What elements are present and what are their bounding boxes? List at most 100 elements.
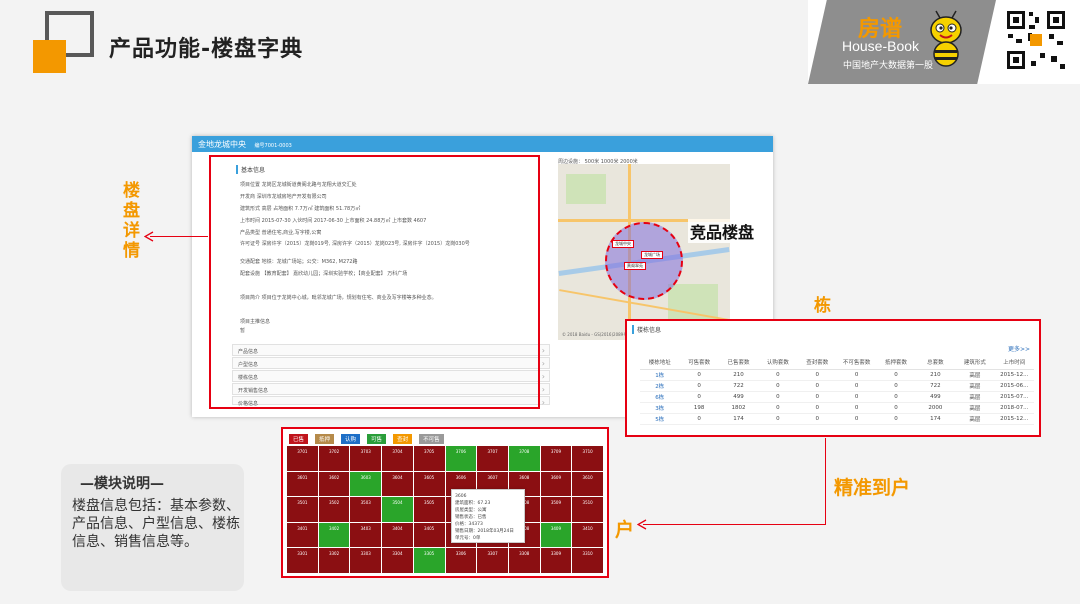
table-cell: 0 xyxy=(876,369,916,381)
building-panel-title: 楼栋信息 xyxy=(632,325,661,334)
project-title: 金地龙城中央 xyxy=(198,140,246,149)
precise-callout: 精准到户 xyxy=(834,477,911,499)
household-callout: 户 xyxy=(615,519,635,541)
table-row[interactable]: 5栋 0 174 0 0 0 0 174 高层 2015-12... xyxy=(640,413,1034,425)
table-cell: 0 xyxy=(679,369,719,381)
table-cell: 高层 xyxy=(955,413,995,425)
building-callout: 栋 xyxy=(814,296,831,316)
screen-header-bar: 金地龙城中央 编号7001-0003 xyxy=(192,136,773,152)
table-row[interactable]: 6栋 0 499 0 0 0 0 499 高层 2015-07... xyxy=(640,391,1034,403)
table-cell: 0 xyxy=(876,402,916,414)
column-header: 总套数 xyxy=(915,356,956,370)
table-cell: 0 xyxy=(876,413,916,425)
tooltip-line: 单元号：0单 xyxy=(455,536,481,541)
table-cell: 0 xyxy=(876,380,916,392)
unit-highlight-box xyxy=(281,427,609,578)
module-note-title: —模块说明— xyxy=(80,476,164,492)
table-cell: 高层 xyxy=(955,380,995,392)
table-cell: 0 xyxy=(679,413,719,425)
tooltip-line: 销售状态：已售 xyxy=(455,515,487,520)
building-link[interactable]: 1栋 xyxy=(640,369,680,381)
building-more-link[interactable]: 更多>> xyxy=(1008,344,1030,353)
tooltip-line: 销售日期：2018年03月24日 xyxy=(455,529,514,534)
unit-arrow-icon xyxy=(637,519,647,530)
building-link[interactable]: 2栋 xyxy=(640,380,680,392)
building-link[interactable]: 6栋 xyxy=(640,391,680,403)
table-cell: 高层 xyxy=(955,369,995,381)
slide-title: 产品功能-楼盘字典 xyxy=(109,37,304,62)
table-cell: 174 xyxy=(915,413,956,425)
table-cell: 210 xyxy=(718,369,759,381)
table-cell: 499 xyxy=(718,391,759,403)
table-cell: 0 xyxy=(797,413,837,425)
map-marker[interactable]: 龙城中央 xyxy=(612,240,634,248)
table-cell: 0 xyxy=(797,380,837,392)
table-cell: 722 xyxy=(718,380,759,392)
table-cell: 0 xyxy=(758,380,798,392)
building-table: 楼栋地址 可售套数 已售套数 认购套数 查封套数 不可售套数 抵押套数 总套数 … xyxy=(640,356,1034,425)
map-park xyxy=(566,174,606,204)
table-cell: 0 xyxy=(797,402,837,414)
table-cell: 0 xyxy=(679,391,719,403)
title-mark-fill xyxy=(33,40,66,73)
table-cell: 499 xyxy=(915,391,956,403)
precise-arrow-vertical xyxy=(825,438,826,524)
table-cell: 0 xyxy=(679,380,719,392)
table-cell: 0 xyxy=(836,369,877,381)
table-cell: 0 xyxy=(758,391,798,403)
table-cell: 0 xyxy=(797,391,837,403)
table-cell: 2000 xyxy=(915,402,956,414)
detail-arrow-icon xyxy=(144,231,154,242)
table-cell: 198 xyxy=(679,402,719,414)
map-marker[interactable]: 黄阁翠苑 xyxy=(624,262,646,270)
column-header: 认购套数 xyxy=(758,356,798,370)
tooltip-line: 建筑面积：67.23 xyxy=(455,501,491,506)
building-link[interactable]: 5栋 xyxy=(640,413,680,425)
table-cell: 2015-06... xyxy=(994,380,1034,392)
map-marker[interactable]: 龙城广场 xyxy=(641,251,663,259)
table-cell: 0 xyxy=(758,402,798,414)
table-cell: 0 xyxy=(836,413,877,425)
logo-en-text: House-Book xyxy=(842,38,920,54)
column-header: 已售套数 xyxy=(718,356,759,370)
table-cell: 0 xyxy=(758,413,798,425)
table-cell: 1802 xyxy=(718,402,759,414)
tooltip-line: 3606 xyxy=(455,494,467,499)
table-cell: 2015-12... xyxy=(994,413,1034,425)
column-header: 不可售套数 xyxy=(836,356,877,370)
table-cell: 0 xyxy=(836,391,877,403)
table-cell: 722 xyxy=(915,380,956,392)
map-park xyxy=(668,284,718,324)
precise-arrow-horizontal xyxy=(643,524,826,525)
building-link[interactable]: 3栋 xyxy=(640,402,680,414)
column-header: 楼栋地址 xyxy=(640,356,680,370)
table-row[interactable]: 2栋 0 722 0 0 0 0 722 高层 2015-06... xyxy=(640,380,1034,392)
table-cell: 0 xyxy=(876,391,916,403)
table-cell: 0 xyxy=(836,402,877,414)
tooltip-line: 价格：34373 xyxy=(455,522,483,527)
module-note-body: 楼盘信息包括：基本参数、产品信息、户型信息、楼栋信息、销售信息等。 xyxy=(72,498,240,550)
detail-highlight-box xyxy=(209,155,540,409)
detail-arrow-line xyxy=(150,236,208,237)
table-cell: 2015-12... xyxy=(994,369,1034,381)
map-copyright: © 2018 Baidu - GS(2016)2089号 xyxy=(562,332,628,337)
table-row[interactable]: 3栋 198 1802 0 0 0 0 2000 高层 2018-07... xyxy=(640,402,1034,414)
table-cell: 0 xyxy=(758,369,798,381)
table-cell: 0 xyxy=(836,380,877,392)
detail-callout: 楼盘详情 xyxy=(123,181,140,261)
competitor-radius xyxy=(605,222,683,300)
column-header: 查封套数 xyxy=(797,356,837,370)
column-header: 建筑形式 xyxy=(955,356,995,370)
table-cell: 高层 xyxy=(955,391,995,403)
table-cell: 174 xyxy=(718,413,759,425)
table-row[interactable]: 1栋 0 210 0 0 0 0 210 高层 2015-12... xyxy=(640,369,1034,381)
project-code: 编号7001-0003 xyxy=(254,143,292,149)
unit-tooltip: 3606 建筑面积：67.23 房屋类型：公寓 销售状态：已售 价格：34373 销售日期… xyxy=(451,489,525,543)
table-cell: 210 xyxy=(915,369,956,381)
competitor-caption: 竞品楼盘 xyxy=(688,219,757,243)
bee-mascot-icon xyxy=(930,10,962,67)
tooltip-line: 房屋类型：公寓 xyxy=(455,508,487,513)
qr-code-icon xyxy=(1004,8,1068,72)
column-header: 可售套数 xyxy=(679,356,719,370)
column-header: 抵押套数 xyxy=(876,356,916,370)
